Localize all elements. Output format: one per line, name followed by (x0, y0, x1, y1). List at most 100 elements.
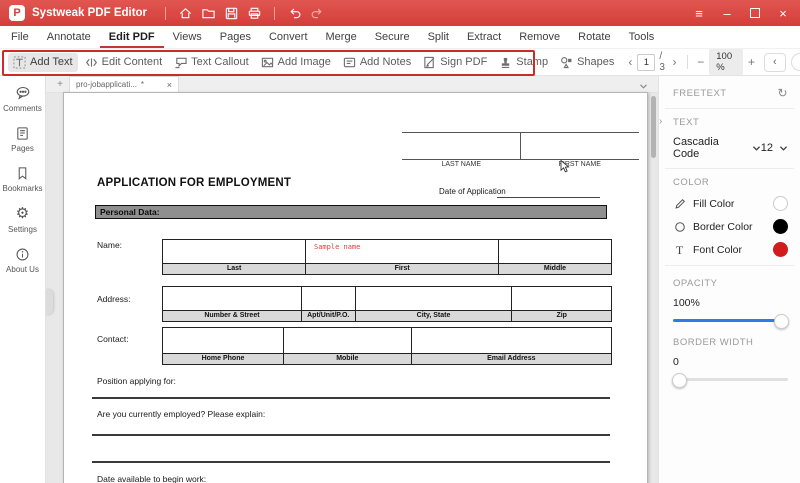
font-color-swatch[interactable] (773, 242, 788, 257)
add-image-button[interactable]: Add Image (256, 53, 336, 72)
border-width-slider[interactable] (673, 373, 788, 386)
menu-rotate[interactable]: Rotate (569, 26, 619, 48)
redo-button[interactable] (306, 3, 329, 23)
fill-color-label: Fill Color (693, 198, 734, 210)
close-button[interactable]: × (772, 3, 794, 23)
edit-content-label: Edit Content (102, 56, 163, 68)
reset-icon[interactable]: ↻ (777, 86, 788, 100)
slider-track (673, 378, 788, 381)
divider (165, 7, 166, 20)
menu-annotate[interactable]: Annotate (38, 26, 100, 48)
chevron-down-icon[interactable] (752, 145, 761, 152)
open-file-button[interactable] (197, 3, 220, 23)
shapes-label: Shapes (577, 56, 614, 68)
address-street-cell[interactable] (163, 287, 302, 310)
menu-secure[interactable]: Secure (366, 26, 419, 48)
menu-convert[interactable]: Convert (260, 26, 317, 48)
next-page-button[interactable]: › (672, 55, 678, 69)
border-color-row: Border Color (673, 219, 788, 234)
sidebar-item-about-us[interactable]: About Us (0, 247, 45, 274)
last-name-label: LAST NAME (402, 161, 521, 168)
title-bar: P Systweak PDF Editor ≡ – × (0, 0, 800, 26)
prev-page-button[interactable]: ‹ (627, 55, 633, 69)
app-title: Systweak PDF Editor (32, 7, 147, 19)
vertical-scrollbar[interactable] (651, 96, 656, 158)
contact-mobile-cell[interactable] (284, 328, 412, 353)
add-notes-button[interactable]: Add Notes (338, 53, 416, 72)
maximize-button[interactable] (744, 3, 766, 23)
divider (665, 168, 794, 169)
border-width-slider-handle[interactable] (672, 373, 687, 388)
scroll-up-chevron-icon[interactable] (639, 77, 648, 95)
sidebar-item-pages[interactable]: Pages (0, 126, 45, 153)
new-tab-button[interactable]: + (51, 76, 69, 92)
comments-label: Comments (3, 104, 42, 113)
menu-merge[interactable]: Merge (317, 26, 366, 48)
home-button[interactable] (174, 3, 197, 23)
pdf-page[interactable]: LAST NAME FIRST NAME APPLICATION FOR EMP… (63, 92, 648, 483)
address-city-cell[interactable] (356, 287, 513, 310)
address-apt-cell[interactable] (302, 287, 356, 310)
zoom-out-button[interactable]: − (696, 55, 705, 69)
minimize-button[interactable]: – (716, 3, 738, 23)
zoom-level[interactable]: 100 % (709, 49, 743, 75)
added-text-object[interactable]: Sample name (314, 243, 360, 251)
document-tab[interactable]: pro-jobapplicati... * × (69, 76, 179, 92)
address-col-header: Zip (512, 310, 611, 321)
name-middle-cell[interactable] (499, 240, 611, 263)
sidebar-item-settings[interactable]: ⚙ Settings (0, 206, 45, 234)
name-last-cell[interactable] (163, 240, 306, 263)
mouse-cursor (560, 160, 571, 174)
add-text-button[interactable]: Add Text (8, 53, 78, 72)
date-blank-line (497, 197, 600, 198)
search-prev-button[interactable]: ‹ (764, 53, 786, 72)
address-zip-cell[interactable] (512, 287, 611, 310)
text-callout-button[interactable]: Text Callout (169, 53, 253, 72)
opacity-slider[interactable] (673, 314, 788, 327)
panel-collapse-handle[interactable]: › (659, 116, 662, 127)
date-of-application-label: Date of Application (439, 187, 506, 196)
sidebar-item-comments[interactable]: Comments (0, 85, 45, 113)
border-color-swatch[interactable] (773, 219, 788, 234)
search-input[interactable] (791, 53, 800, 71)
add-notes-icon (343, 56, 356, 69)
menu-remove[interactable]: Remove (510, 26, 569, 48)
chevron-down-icon[interactable] (779, 145, 788, 152)
font-color-label: Font Color (693, 244, 742, 256)
menu-edit-pdf[interactable]: Edit PDF (100, 26, 164, 48)
contact-home-cell[interactable] (163, 328, 284, 353)
window-menu-button[interactable]: ≡ (688, 3, 710, 23)
menu-extract[interactable]: Extract (458, 26, 510, 48)
sign-pdf-button[interactable]: Sign PDF (418, 53, 492, 72)
address-table: Number & Street Apt/Unit/P.O. City, Stat… (162, 286, 612, 322)
shapes-button[interactable]: Shapes (555, 53, 619, 72)
font-size-select[interactable]: 12 (761, 142, 773, 154)
menu-pages[interactable]: Pages (211, 26, 260, 48)
close-tab-button[interactable]: × (167, 80, 172, 90)
tab-bar: + pro-jobapplicati... * × (46, 76, 658, 93)
menu-split[interactable]: Split (419, 26, 458, 48)
contact-email-cell[interactable] (412, 328, 611, 353)
contact-col-header: Mobile (284, 353, 412, 364)
opacity-slider-handle[interactable] (774, 314, 789, 329)
employed-label: Are you currently employed? Please expla… (97, 409, 265, 419)
comments-icon (15, 85, 31, 101)
font-family-select[interactable]: Cascadia Code (673, 136, 746, 160)
menu-views[interactable]: Views (164, 26, 211, 48)
edit-content-button[interactable]: Edit Content (80, 53, 168, 72)
print-button[interactable] (243, 3, 266, 23)
menu-file[interactable]: File (2, 26, 38, 48)
opacity-value: 100% (673, 297, 788, 309)
sidebar-item-bookmarks[interactable]: Bookmarks (0, 166, 45, 193)
stamp-button[interactable]: Stamp (494, 53, 553, 72)
sidebar-collapse-handle[interactable] (46, 289, 53, 315)
document-area: + pro-jobapplicati... * × LAST NAME FIRS… (46, 76, 658, 483)
undo-button[interactable] (283, 3, 306, 23)
circle-outline-icon (673, 221, 686, 233)
menu-tools[interactable]: Tools (620, 26, 664, 48)
fill-color-swatch[interactable] (773, 196, 788, 211)
save-button[interactable] (220, 3, 243, 23)
page-number-input[interactable]: 1 (637, 54, 655, 71)
fill-color-row: Fill Color (673, 196, 788, 211)
zoom-in-button[interactable]: + (747, 55, 756, 69)
